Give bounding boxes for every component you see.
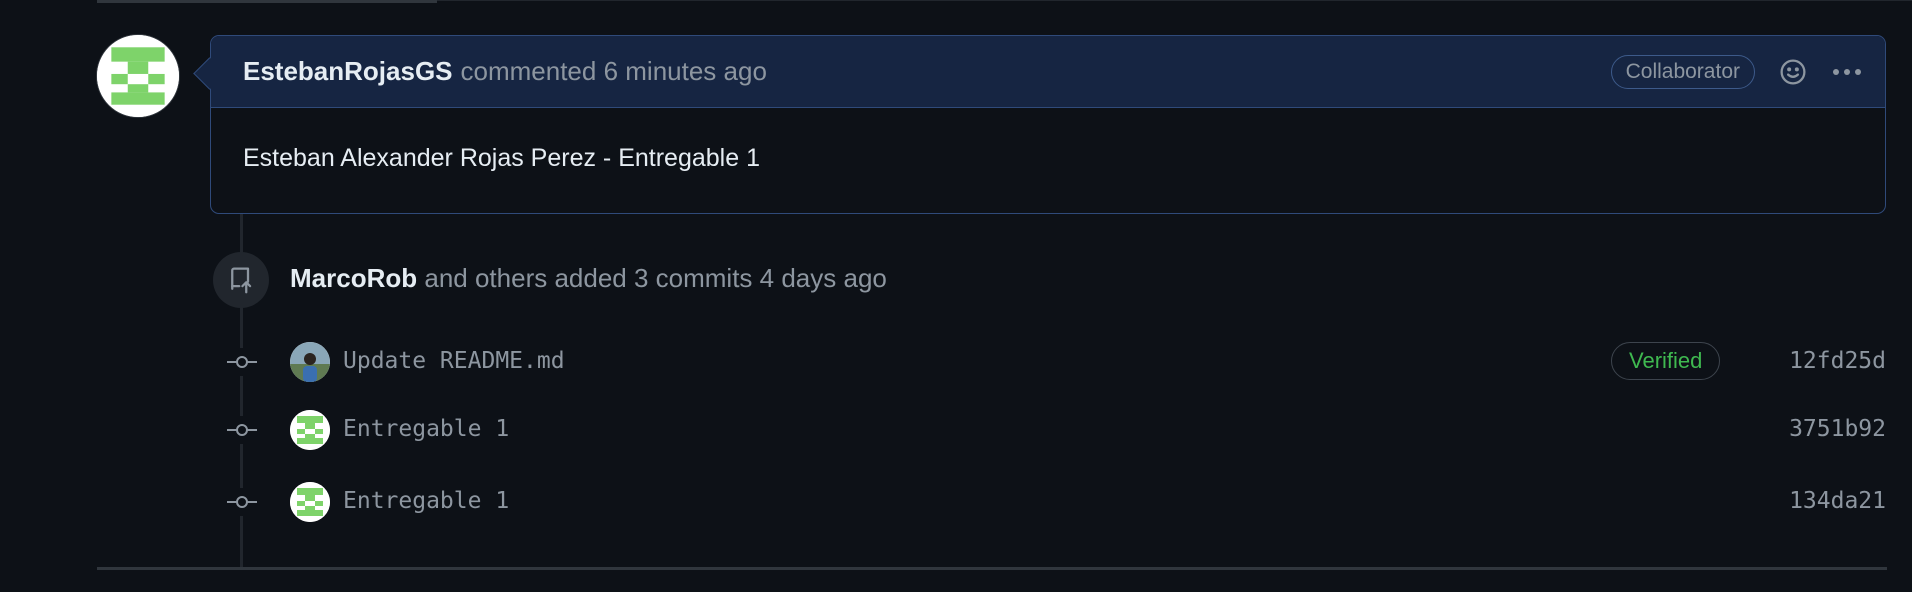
top-divider-thin xyxy=(437,0,1912,1)
commit-author-avatar[interactable] xyxy=(290,342,330,382)
commit-row: Update README.md Verified 12fd25d xyxy=(0,340,1912,384)
commit-message-link[interactable]: Update README.md xyxy=(343,348,565,374)
commit-row: Entregable 1 134da21 xyxy=(0,480,1912,524)
comment-author-link[interactable]: EstebanRojasGS xyxy=(243,56,453,87)
top-divider xyxy=(97,0,437,3)
comment-body: Esteban Alexander Rojas Perez - Entregab… xyxy=(243,144,760,172)
comment-box: EstebanRojasGS commented 6 minutes ago C… xyxy=(193,35,1886,214)
identicon-avatar xyxy=(97,35,179,117)
verified-badge[interactable]: Verified xyxy=(1611,342,1721,380)
comment-author-avatar[interactable] xyxy=(96,34,180,118)
commit-sha-link[interactable]: 3751b92 xyxy=(1789,416,1886,442)
commit-message-link[interactable]: Entregable 1 xyxy=(343,488,509,514)
repo-push-icon xyxy=(213,252,269,308)
commits-summary: MarcoRob and others added 3 commits 4 da… xyxy=(290,263,887,294)
kebab-horizontal-icon[interactable] xyxy=(1831,56,1863,88)
summary-text: and others added 3 commits 4 days ago xyxy=(424,263,887,293)
collaborator-badge: Collaborator xyxy=(1610,54,1755,89)
bottom-divider xyxy=(97,567,1887,570)
commit-row: Entregable 1 3751b92 xyxy=(0,408,1912,452)
comment-header: EstebanRojasGS commented 6 minutes ago C… xyxy=(193,36,1885,108)
timeline-canvas: EstebanRojasGS commented 6 minutes ago C… xyxy=(0,0,1912,592)
git-commit-icon xyxy=(225,348,259,376)
git-commit-icon xyxy=(225,488,259,516)
commit-sha-link[interactable]: 12fd25d xyxy=(1789,348,1886,374)
commit-author-avatar[interactable] xyxy=(290,482,330,522)
commit-sha-link[interactable]: 134da21 xyxy=(1789,488,1886,514)
summary-user-link[interactable]: MarcoRob xyxy=(290,263,417,293)
commit-author-avatar[interactable] xyxy=(290,410,330,450)
git-commit-icon xyxy=(225,416,259,444)
smiley-icon[interactable] xyxy=(1777,56,1809,88)
comment-pointer xyxy=(193,57,226,90)
comment-timestamp[interactable]: commented 6 minutes ago xyxy=(461,56,767,87)
commit-message-link[interactable]: Entregable 1 xyxy=(343,416,509,442)
